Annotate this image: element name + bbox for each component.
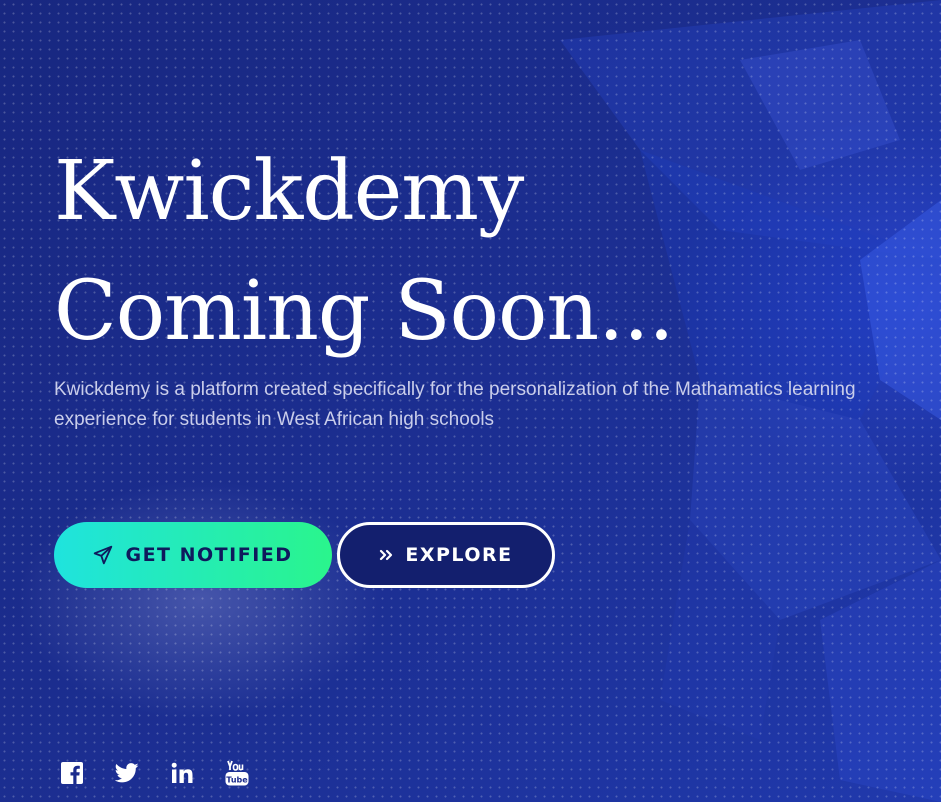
explore-button[interactable]: EXPLORE (337, 522, 555, 588)
paper-plane-icon (93, 545, 113, 565)
twitter-icon[interactable] (115, 760, 139, 786)
facebook-icon[interactable] (60, 760, 84, 786)
page-title: Kwickdemy Coming Soon... (54, 132, 674, 372)
hero-description: Kwickdemy is a platform created specific… (54, 379, 856, 430)
get-notified-button[interactable]: GET NOTIFIED (54, 522, 332, 588)
hero-content: Kwickdemy Coming Soon... Kwickdemy is a … (54, 0, 934, 802)
get-notified-label: GET NOTIFIED (125, 544, 293, 566)
title-line-2: Coming Soon... (54, 264, 674, 359)
double-chevron-right-icon (379, 548, 393, 562)
svg-text:Tube: Tube (226, 776, 248, 785)
title-line-1: Kwickdemy (54, 144, 524, 239)
linkedin-icon[interactable] (170, 760, 194, 786)
youtube-icon[interactable]: Tube (225, 760, 249, 786)
explore-label: EXPLORE (405, 544, 513, 566)
social-links: Tube (60, 760, 249, 786)
